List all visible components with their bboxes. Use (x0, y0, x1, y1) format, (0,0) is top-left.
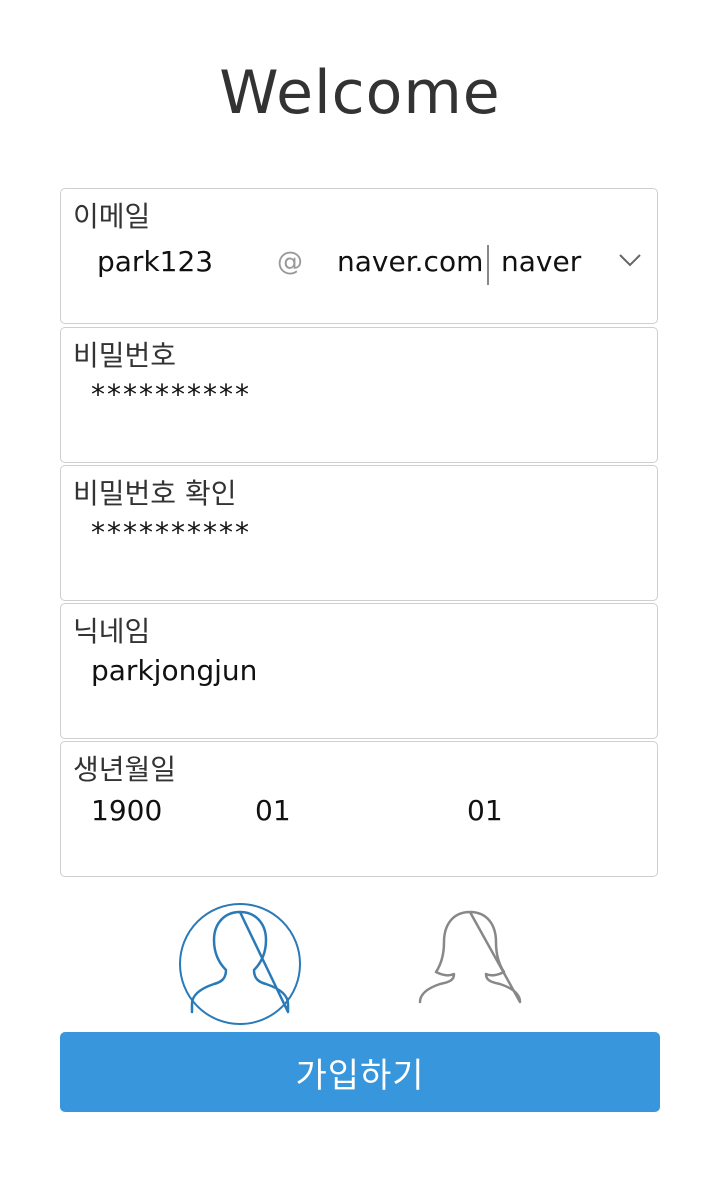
password-confirm-label: 비밀번호 확인 (73, 477, 237, 510)
password-field-box: 비밀번호 ********** (60, 327, 658, 463)
password-input[interactable]: ********** (91, 378, 251, 411)
password-label: 비밀번호 (73, 339, 177, 372)
nickname-field-box: 닉네임 parkjongjun (60, 603, 658, 739)
birth-day-input[interactable]: 01 (467, 794, 503, 827)
signup-button[interactable]: 가입하기 (60, 1032, 660, 1112)
birth-month-input[interactable]: 01 (255, 794, 291, 827)
birthdate-label: 생년월일 (73, 753, 177, 786)
password-confirm-input[interactable]: ********** (91, 516, 251, 549)
nickname-input[interactable]: parkjongjun (91, 654, 257, 687)
domain-divider (487, 245, 489, 285)
email-label: 이메일 (73, 200, 151, 233)
female-user-icon[interactable] (408, 902, 532, 1026)
chevron-down-icon[interactable] (617, 251, 643, 273)
email-local-input[interactable]: park123 (97, 245, 213, 278)
birth-year-input[interactable]: 1900 (91, 794, 162, 827)
nickname-label: 닉네임 (73, 615, 151, 648)
birthdate-field-box: 생년월일 1900 01 01 (60, 741, 658, 877)
email-field-box: 이메일 park123 @ naver.com naver (60, 188, 658, 324)
at-symbol: @ (277, 247, 303, 277)
password-confirm-field-box: 비밀번호 확인 ********** (60, 465, 658, 601)
email-domain-input[interactable]: naver.com (337, 245, 483, 278)
page-title: Welcome (219, 58, 501, 128)
domain-select[interactable]: naver (501, 245, 581, 278)
male-user-icon[interactable] (178, 902, 302, 1026)
